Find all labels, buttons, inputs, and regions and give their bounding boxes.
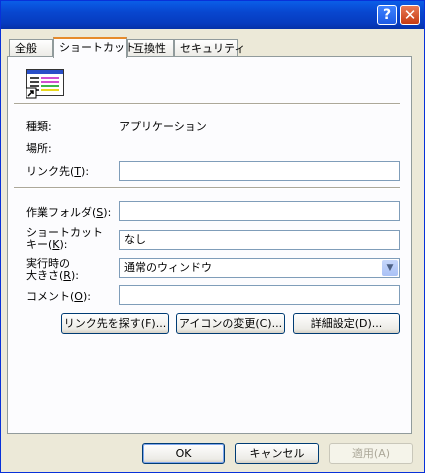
location-label: 場所:: [26, 142, 52, 155]
comment-field[interactable]: [119, 285, 400, 305]
application-icon: [26, 69, 64, 99]
find-target-button[interactable]: リンク先を探す(F)...: [61, 313, 169, 334]
cancel-button[interactable]: キャンセル: [235, 443, 319, 464]
separator: [14, 103, 400, 105]
run-size-select[interactable]: 通常のウィンドウ ▼: [119, 258, 400, 278]
separator: [14, 187, 400, 189]
type-value: アプリケーション: [119, 120, 207, 133]
shortcut-key-field[interactable]: なし: [119, 230, 400, 250]
workdir-label: 作業フォルダ(S):: [26, 206, 112, 219]
target-label: リンク先(T):: [26, 165, 90, 178]
type-label: 種類:: [26, 120, 52, 133]
comment-label: コメント(O):: [26, 290, 91, 303]
advanced-button[interactable]: 詳細設定(D)...: [293, 313, 400, 334]
apply-button[interactable]: 適用(A): [329, 443, 413, 464]
help-button[interactable]: ?: [377, 5, 397, 25]
run-size-value: 通常のウィンドウ: [124, 261, 212, 274]
properties-dialog: ? ✕ 全般 ショートカット 互換性 セキュリティ 種類: アプリケーション 場…: [0, 0, 425, 473]
chevron-down-icon[interactable]: ▼: [382, 260, 398, 276]
ok-button[interactable]: OK: [142, 443, 225, 464]
close-button[interactable]: ✕: [400, 5, 420, 25]
title-bar: ? ✕: [1, 1, 424, 29]
tab-security[interactable]: セキュリティ: [174, 39, 245, 56]
tab-shortcut[interactable]: ショートカット: [53, 37, 136, 58]
tab-general[interactable]: 全般: [9, 39, 53, 56]
change-icon-button[interactable]: アイコンの変更(C)...: [176, 313, 285, 334]
shortcut-key-label: ショートカット キー(K):: [26, 226, 103, 251]
run-size-label: 実行時の 大きさ(R):: [26, 257, 79, 282]
target-field[interactable]: [119, 161, 400, 181]
workdir-field[interactable]: [119, 201, 400, 221]
